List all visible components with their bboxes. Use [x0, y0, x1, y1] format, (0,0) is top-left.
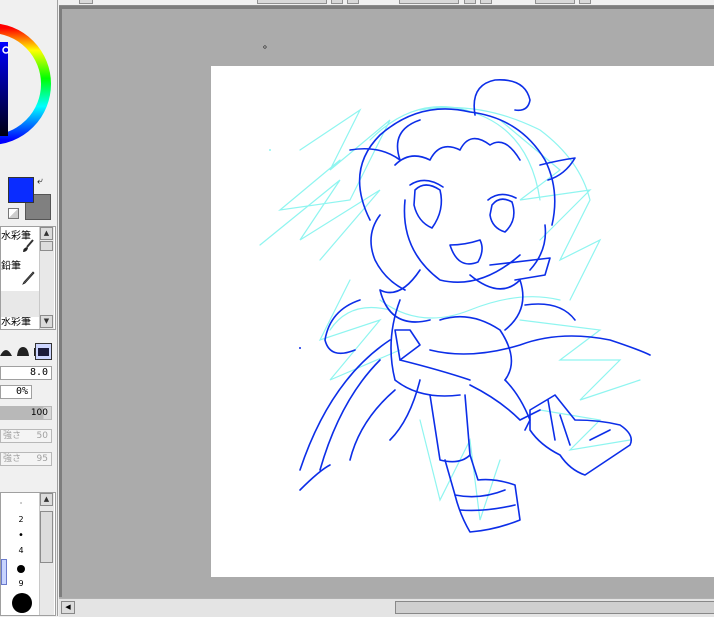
paint-brush-icon [21, 239, 35, 256]
selected-shape[interactable] [35, 343, 52, 360]
flat-edge-shape[interactable] [17, 344, 30, 357]
brush-size-value: 8.0 [29, 367, 48, 378]
density-slider[interactable]: 100 [0, 406, 52, 420]
color-swatches: ⤶ [0, 172, 57, 224]
transparent-color-icon[interactable] [8, 208, 19, 219]
min-size-value: 0% [15, 386, 28, 397]
toolbar-button[interactable] [347, 0, 359, 4]
toolbar-dropdown[interactable] [535, 0, 575, 4]
size-palette-scrollbar[interactable]: ▲ [39, 493, 54, 615]
scroll-thumb[interactable] [40, 511, 53, 563]
tool-label: 鉛筆 [1, 261, 21, 272]
blending-strength-slider[interactable]: 強さ 95 [0, 452, 52, 466]
size-selected-marker [1, 559, 7, 585]
sketch-drawing [259, 79, 651, 533]
tool-item-empty[interactable] [1, 291, 39, 317]
toolbar-button[interactable] [79, 0, 93, 4]
brush-size-field[interactable]: 8.0 [0, 366, 52, 380]
density-value: 100 [30, 408, 48, 418]
pencil-icon [21, 271, 35, 288]
scroll-up-icon[interactable]: ▲ [40, 493, 53, 506]
size-dot-medium[interactable]: • [11, 530, 31, 541]
horizontal-scrollbar[interactable]: ◀ [59, 598, 714, 617]
swap-colors-icon[interactable]: ⤶ [37, 176, 43, 187]
tool-list: 水彩筆 鉛筆 水彩筆 ▲ ▼ [0, 226, 56, 330]
color-wheel[interactable] [0, 6, 57, 166]
toolbar-button[interactable] [331, 0, 343, 4]
left-tool-panel: ⤶ 水彩筆 鉛筆 水彩筆 ▲ ▼ 8.0 0% 100 強さ 50 強さ 95 … [0, 0, 58, 616]
toolbar-button[interactable] [464, 0, 476, 4]
scroll-thumb[interactable] [40, 241, 53, 251]
color-wheel-graphic[interactable] [0, 6, 57, 166]
foreground-color-swatch[interactable] [8, 177, 34, 203]
toolbar-button[interactable] [480, 0, 492, 4]
size-dot-small[interactable]: · [11, 499, 31, 508]
round-edge-shape[interactable] [0, 344, 13, 357]
tool-item-watercolor-2[interactable]: 水彩筆 [1, 317, 37, 329]
min-size-field[interactable]: 0% [0, 385, 32, 399]
toolbar-dropdown[interactable] [257, 0, 327, 4]
tool-label: 水彩筆 [1, 317, 31, 328]
size-label-2[interactable]: 2 [11, 515, 31, 524]
size-dot-xlarge[interactable] [12, 593, 32, 613]
canvas-note: 。 [263, 40, 273, 51]
tool-list-scrollbar[interactable]: ▲ ▼ [39, 227, 54, 329]
scroll-left-icon[interactable]: ◀ [61, 601, 75, 614]
texture-strength-label: 強さ [3, 431, 22, 441]
blending-strength-label: 強さ [3, 454, 22, 464]
drawing-canvas[interactable] [211, 66, 714, 577]
size-label-9[interactable]: 9 [11, 579, 31, 588]
brush-size-palette: · 2 • 4 9 ▲ [0, 492, 56, 616]
size-label-4[interactable]: 4 [11, 546, 31, 555]
toolbar-button[interactable] [579, 0, 591, 4]
brush-shape-row [0, 342, 56, 360]
toolbar-dropdown[interactable] [399, 0, 459, 4]
blending-strength-value: 95 [36, 454, 48, 464]
size-dot-large[interactable] [17, 565, 25, 573]
scroll-down-icon[interactable]: ▼ [40, 315, 53, 328]
texture-strength-value: 50 [36, 431, 48, 441]
texture-strength-slider[interactable]: 強さ 50 [0, 429, 52, 443]
scroll-up-icon[interactable]: ▲ [40, 227, 53, 240]
horizontal-scroll-thumb[interactable] [395, 601, 714, 614]
